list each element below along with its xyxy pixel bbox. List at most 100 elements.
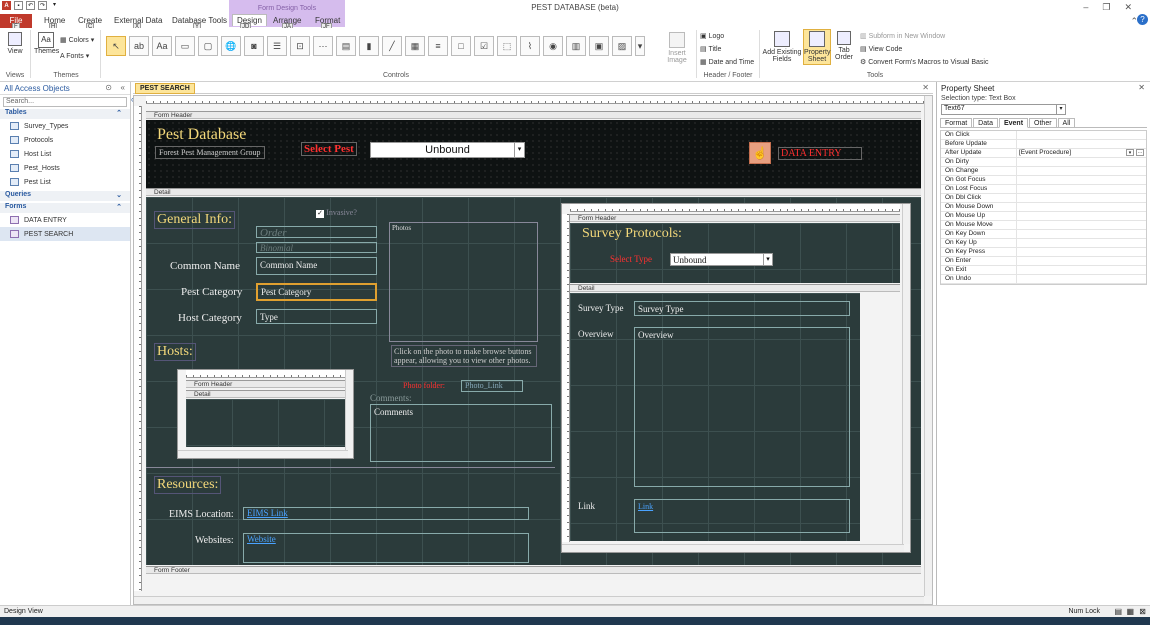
subform-header-bar[interactable]: Form Header xyxy=(186,380,346,388)
ps-tab-format[interactable]: Format xyxy=(940,118,973,128)
property-row[interactable]: On Undo xyxy=(941,275,1146,284)
fonts-button[interactable]: A Fonts ▾ xyxy=(60,52,89,60)
photo-link-field[interactable]: Photo_Link xyxy=(461,380,523,392)
survey-detail-bar[interactable]: Detail xyxy=(570,284,900,292)
host-category-field[interactable]: Type xyxy=(256,309,377,324)
property-row[interactable]: On Lost Focus xyxy=(941,185,1146,194)
nav-item-pest-search[interactable]: PEST SEARCH xyxy=(0,227,130,241)
combo-box-icon[interactable]: ▤ xyxy=(336,36,356,56)
ps-tab-all[interactable]: All xyxy=(1057,118,1076,128)
property-value[interactable] xyxy=(1017,131,1146,139)
rectangle-control-icon[interactable]: □ xyxy=(451,36,471,56)
nav-item-data-entry[interactable]: DATA ENTRY xyxy=(0,213,130,227)
nav-item-protocols[interactable]: Protocols xyxy=(0,133,130,147)
property-row[interactable]: On Change xyxy=(941,167,1146,176)
pest-category-field[interactable]: Pest Category xyxy=(256,283,377,301)
order-field[interactable]: Order xyxy=(256,226,377,239)
form-header-section[interactable]: Pest Database Forest Pest Management Gro… xyxy=(146,120,921,188)
doc-tab-pest-search[interactable]: PEST SEARCH xyxy=(135,83,195,94)
subform-control-icon[interactable]: ▥ xyxy=(566,36,586,56)
unbound-object-icon[interactable]: ⬚ xyxy=(497,36,517,56)
close-icon[interactable]: ✕ xyxy=(1124,2,1146,12)
close-document-icon[interactable]: ✕ xyxy=(922,83,929,92)
link-field[interactable]: Link xyxy=(634,499,850,533)
property-row[interactable]: On Mouse Move xyxy=(941,221,1146,230)
property-row-after-update[interactable]: After Update [Event Procedure] ▾… xyxy=(941,149,1146,158)
property-sheet-button[interactable]: Property Sheet xyxy=(803,29,831,65)
logo-button[interactable]: ▣ Logo xyxy=(700,32,724,40)
line-control-icon[interactable]: ╱ xyxy=(382,36,402,56)
option-button-icon[interactable]: ◉ xyxy=(543,36,563,56)
property-value[interactable] xyxy=(1017,257,1146,265)
view-code-button[interactable]: ▤ View Code xyxy=(860,45,902,53)
subform-new-window-button[interactable]: ▥ Subform in New Window xyxy=(860,32,945,40)
nav-item-pest-hosts[interactable]: Pest_Hosts xyxy=(0,161,130,175)
close-icon[interactable]: ✕ xyxy=(1138,83,1145,92)
general-info-label[interactable]: General Info: xyxy=(154,211,236,229)
property-row[interactable]: On Exit xyxy=(941,266,1146,275)
nav-collapse-icon[interactable]: « xyxy=(121,83,125,92)
toggle-button-icon[interactable]: ▦ xyxy=(405,36,425,56)
tab-order-button[interactable]: Tab Order xyxy=(833,31,855,61)
subform-vertical-scrollbar[interactable] xyxy=(345,370,353,450)
property-value[interactable] xyxy=(1017,176,1146,184)
nav-group-queries[interactable]: Queries ⌄ xyxy=(0,191,130,201)
form-footer-bar[interactable]: Form Footer xyxy=(146,566,921,574)
dropdown-arrow-icon[interactable]: ▾ xyxy=(1056,105,1065,114)
select-pointer-icon[interactable]: ↖ xyxy=(106,36,126,56)
property-row[interactable]: On Enter xyxy=(941,257,1146,266)
property-value[interactable] xyxy=(1017,275,1146,283)
property-value[interactable] xyxy=(1017,185,1146,193)
eims-link-field[interactable]: EIMS Link xyxy=(243,507,529,520)
date-time-button[interactable]: ▦ Date and Time xyxy=(700,58,754,66)
minimize-icon[interactable]: – xyxy=(1083,2,1102,12)
nav-search-input[interactable]: Search... ⚲ xyxy=(3,97,136,107)
property-row[interactable]: On Click xyxy=(941,131,1146,140)
property-row[interactable]: On Key Down xyxy=(941,230,1146,239)
survey-detail-section[interactable]: Survey Type Survey Type Overview Overvie… xyxy=(570,293,860,541)
form-title[interactable]: Pest Database xyxy=(157,126,246,144)
comments-field[interactable]: Comments xyxy=(370,404,552,462)
survey-header-section[interactable]: Survey Protocols: Select Type Unbound ▾ xyxy=(570,223,900,283)
hosts-subform[interactable]: Form Header Detail xyxy=(177,369,354,459)
nav-item-survey-types[interactable]: Survey_Types xyxy=(0,119,130,133)
website-link-field[interactable]: Website xyxy=(243,533,529,563)
nav-menu-chevron-icon[interactable]: ⊙ xyxy=(105,83,112,92)
add-existing-fields-button[interactable]: Add Existing Fields xyxy=(762,31,802,63)
common-name-field[interactable]: Common Name xyxy=(256,257,377,275)
restore-icon[interactable]: ❐ xyxy=(1102,2,1124,12)
button-control-icon[interactable]: ▭ xyxy=(175,36,195,56)
object-selector[interactable]: Text67 ▾ xyxy=(941,104,1066,115)
property-row[interactable]: On Dbl Click xyxy=(941,194,1146,203)
convert-macros-button[interactable]: ⚙ Convert Form's Macros to Visual Basic xyxy=(860,58,988,66)
colors-button[interactable]: ▦ Colors ▾ xyxy=(60,36,94,44)
dropdown-arrow-icon[interactable]: ▾ xyxy=(763,254,772,265)
invasive-checkbox[interactable]: ✓ Invasive? xyxy=(316,208,357,218)
property-row[interactable]: On Got Focus xyxy=(941,176,1146,185)
nav-group-tables[interactable]: Tables ⌃ xyxy=(0,109,130,119)
property-row[interactable]: On Key Up xyxy=(941,239,1146,248)
dropdown-arrow-icon[interactable]: ▾ xyxy=(1126,149,1134,156)
property-value-cell[interactable]: [Event Procedure] ▾… xyxy=(1017,149,1146,157)
survey-subform-vertical-scrollbar[interactable] xyxy=(902,204,910,544)
themes-button[interactable]: Aa Themes xyxy=(34,32,59,55)
bound-object-icon[interactable]: ▣ xyxy=(589,36,609,56)
build-ellipsis-icon[interactable]: … xyxy=(1136,149,1144,156)
navigation-control-icon[interactable]: ☰ xyxy=(267,36,287,56)
image-control-icon[interactable]: ▨ xyxy=(612,36,632,56)
subform-horizontal-scrollbar[interactable] xyxy=(178,450,348,458)
survey-type-field[interactable]: Survey Type xyxy=(634,301,850,316)
nav-pane-header[interactable]: All Access Objects ⊙ « xyxy=(0,82,130,95)
property-value[interactable] xyxy=(1017,248,1146,256)
ps-tab-other[interactable]: Other xyxy=(1029,118,1057,128)
hosts-label[interactable]: Hosts: xyxy=(154,343,196,361)
property-row[interactable]: Before Update xyxy=(941,140,1146,149)
form-subtitle[interactable]: Forest Pest Management Group xyxy=(155,146,265,159)
view-button[interactable]: View xyxy=(4,32,26,55)
property-value[interactable] xyxy=(1017,221,1146,229)
ps-tab-data[interactable]: Data xyxy=(973,118,998,128)
data-entry-label[interactable]: DATA ENTRY xyxy=(778,147,862,160)
survey-header-bar[interactable]: Form Header xyxy=(570,214,900,222)
option-group-icon[interactable]: ⊡ xyxy=(290,36,310,56)
checkbox-control-icon[interactable]: ☑ xyxy=(474,36,494,56)
